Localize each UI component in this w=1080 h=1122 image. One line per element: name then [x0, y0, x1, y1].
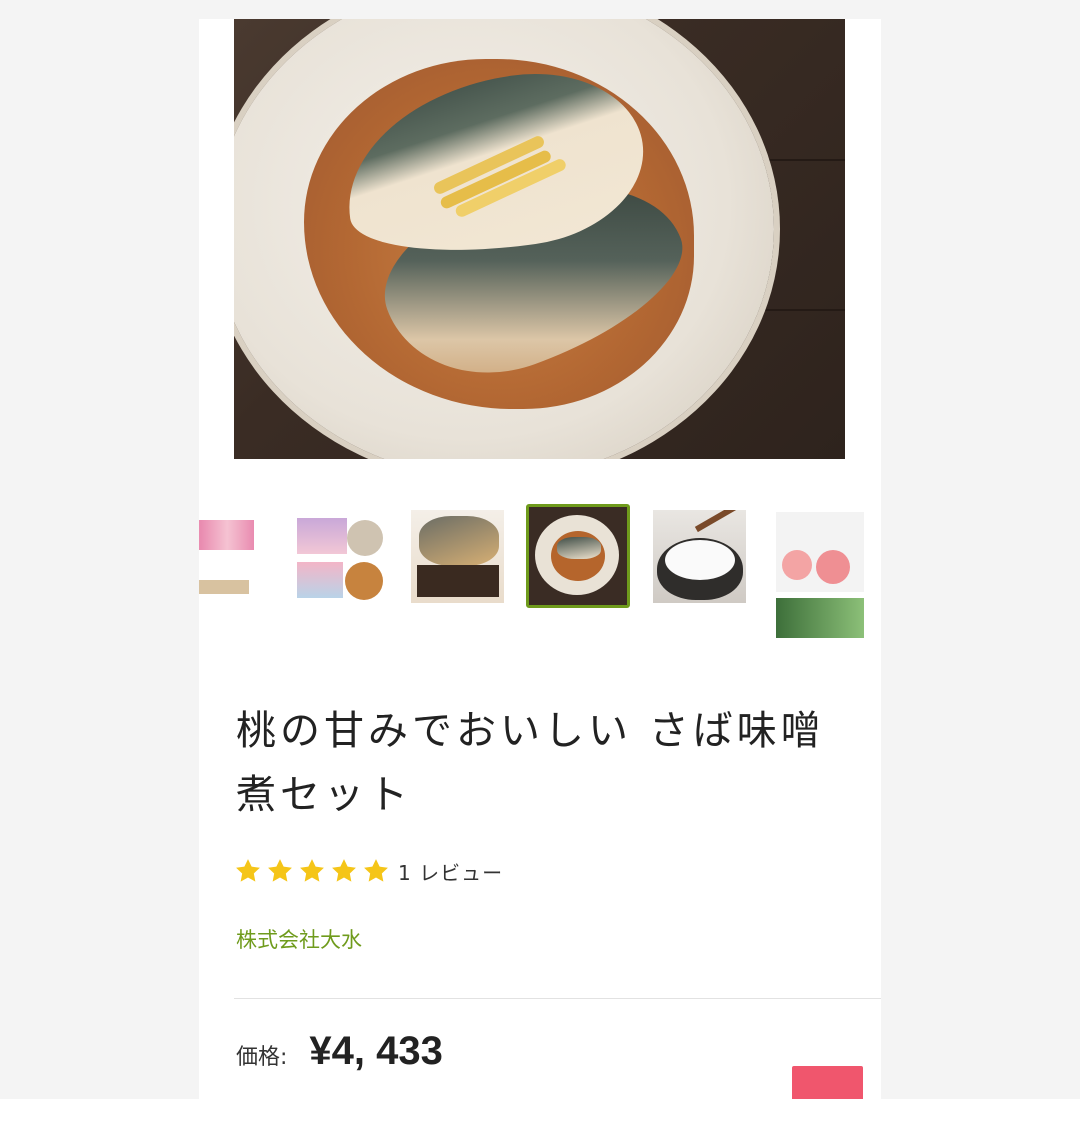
thumbnail-package-lineup[interactable]	[295, 510, 388, 603]
thumbnail-mackerel-miso-plate[interactable]	[526, 504, 630, 608]
product-title: 桃の甘みでおいしい さば味噌煮セット	[236, 708, 825, 818]
star-icon	[236, 859, 260, 882]
thumbnail-rice-bowl[interactable]	[653, 510, 746, 603]
thumbnail-strip	[199, 504, 881, 644]
main-product-image[interactable]	[234, 19, 845, 459]
rating-row[interactable]: 1 レビュー	[234, 855, 503, 887]
price-row: 価格: ¥4, 433	[236, 1029, 443, 1074]
star-icon	[364, 859, 388, 882]
add-to-cart-button[interactable]	[792, 1066, 863, 1099]
star-icon	[300, 859, 324, 882]
divider	[234, 998, 881, 999]
bottom-bar	[0, 1099, 1080, 1122]
thumbnail-peach-feature[interactable]	[774, 510, 866, 638]
thumbnail-grilled-mackerel[interactable]	[411, 510, 504, 603]
star-icon	[332, 859, 356, 882]
product-card: 桃の甘みでおいしい さば味噌煮セット 1 レビュー 株式会社大水 価格: ¥4,…	[199, 19, 881, 1099]
table-grain	[754, 159, 845, 161]
seller-link[interactable]: 株式会社大水	[236, 924, 362, 954]
price-label: 価格:	[236, 1045, 288, 1070]
review-count-link[interactable]: 1 レビュー	[398, 857, 503, 886]
table-grain	[754, 309, 845, 311]
thumbnail-package-set[interactable]	[199, 510, 262, 603]
price-value: ¥4, 433	[309, 1029, 443, 1073]
star-icon	[268, 859, 292, 882]
